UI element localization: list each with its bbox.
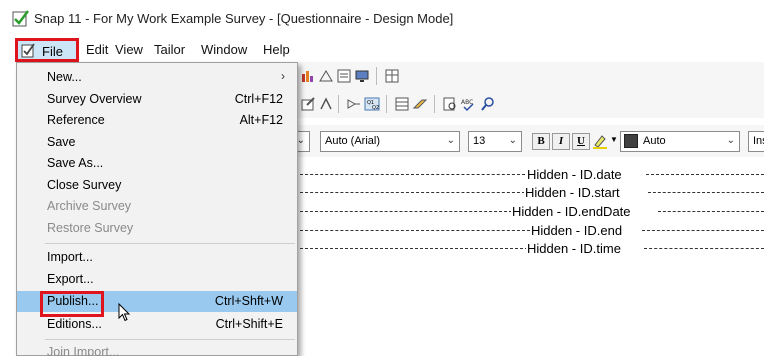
menu-tailor[interactable]: Tailor — [154, 42, 185, 57]
menu-help[interactable]: Help — [263, 42, 290, 57]
style-combo[interactable]: ⌄ — [297, 131, 310, 152]
menu-item-reference[interactable]: Reference Alt+F12 — [17, 110, 297, 131]
menu-item-archive-survey: Archive Survey — [47, 199, 132, 213]
properties-icon[interactable] — [300, 96, 316, 112]
menu-item-survey-overview[interactable]: Survey Overview Ctrl+F12 — [17, 89, 297, 110]
chevron-down-icon: ⌄ — [508, 135, 517, 146]
shortcut-label: Ctrl+Shift+E — [215, 317, 283, 331]
menu-file[interactable]: File — [15, 38, 79, 62]
shortcut-label: Alt+F12 — [239, 113, 283, 127]
menu-item-editions[interactable]: Editions... Ctrl+Shift+E — [17, 314, 297, 335]
chevron-right-icon: › — [281, 69, 285, 83]
text-color-combo[interactable]: Auto ⌄ — [620, 131, 740, 152]
menu-item-new[interactable]: New... › — [17, 67, 297, 88]
menu-item-restore-survey: Restore Survey — [47, 221, 134, 235]
publish-callout-box — [40, 291, 104, 317]
toolbar-separator — [338, 95, 339, 113]
chevron-down-icon: ⌄ — [726, 135, 735, 146]
questionnaire-editor[interactable]: Hidden - ID.date Hidden - ID.start Hidde… — [298, 160, 764, 356]
shortcut-label: Ctrl+Shft+W — [214, 294, 283, 308]
questionnaire-icon — [21, 43, 35, 58]
toolbar-separator — [434, 95, 435, 113]
bold-button[interactable]: B — [532, 133, 550, 150]
menu-file-label: File — [42, 44, 63, 59]
menu-item-close-survey[interactable]: Close Survey — [17, 175, 297, 196]
italic-button[interactable]: I — [552, 133, 570, 150]
menu-item-save[interactable]: Save — [17, 132, 297, 153]
shape-icon[interactable] — [318, 68, 334, 84]
chevron-down-icon: ⌄ — [446, 135, 455, 146]
insert-label: Ins — [753, 135, 764, 147]
shortcut-label: Ctrl+F12 — [234, 92, 283, 106]
color-swatch — [624, 134, 638, 148]
style-icon[interactable] — [412, 96, 428, 112]
window-title: Snap 11 - For My Work Example Survey - [… — [34, 11, 454, 26]
hidden-question-label: Hidden - ID.time — [526, 241, 622, 256]
find-icon[interactable] — [480, 96, 496, 112]
hidden-question-label: Hidden - ID.end — [530, 223, 624, 238]
grid-icon[interactable] — [394, 96, 410, 112]
screen-icon[interactable] — [354, 68, 370, 84]
menu-window[interactable]: Window — [201, 42, 247, 57]
standard-toolbar — [298, 62, 764, 90]
font-name-combo[interactable]: Auto (Arial) ⌄ — [320, 131, 460, 152]
hidden-question-row[interactable]: Hidden - ID.endDate — [298, 203, 764, 221]
toolbar-separator — [386, 95, 387, 113]
menu-separator — [45, 339, 295, 340]
routing-icon[interactable] — [318, 96, 334, 112]
font-size-combo[interactable]: 13 ⌄ — [468, 131, 522, 152]
question-order-icon[interactable]: Q1Q2 — [364, 96, 380, 112]
menu-separator — [45, 243, 295, 244]
font-name-value: Auto (Arial) — [325, 135, 381, 147]
form-icon[interactable] — [336, 68, 352, 84]
mouse-pointer-icon — [118, 303, 131, 322]
table-icon[interactable] — [384, 68, 400, 84]
menu-view[interactable]: View — [115, 42, 143, 57]
print-preview-icon[interactable] — [442, 96, 458, 112]
menu-item-save-as[interactable]: Save As... — [17, 153, 297, 174]
skip-icon[interactable] — [346, 96, 362, 112]
hidden-question-row[interactable]: Hidden - ID.start — [298, 184, 764, 202]
underline-button[interactable]: U — [572, 133, 590, 150]
svg-text:Q2: Q2 — [372, 105, 379, 111]
hidden-question-label: Hidden - ID.date — [526, 167, 623, 182]
menu-edit[interactable]: Edit — [86, 42, 108, 57]
chart-icon[interactable] — [300, 68, 316, 84]
dropdown-arrow-icon[interactable]: ▼ — [610, 135, 618, 144]
menu-item-export[interactable]: Export... — [17, 269, 297, 290]
hidden-question-label: Hidden - ID.endDate — [511, 204, 632, 219]
hidden-question-row[interactable]: Hidden - ID.time — [298, 240, 764, 258]
hidden-question-row[interactable]: Hidden - ID.end — [298, 222, 764, 240]
toolbar-separator — [376, 67, 377, 85]
snap-app-icon — [12, 10, 29, 27]
spell-check-icon[interactable]: ABC — [460, 96, 476, 112]
hidden-question-label: Hidden - ID.start — [524, 185, 621, 200]
format-toolbar: ⌄ Auto (Arial) ⌄ 13 ⌄ B I U ▼ Auto ⌄ Ins — [297, 125, 764, 157]
hidden-question-row[interactable]: Hidden - ID.date — [298, 166, 764, 184]
font-size-value: 13 — [473, 135, 486, 147]
menu-item-join-import: Join Import... — [47, 345, 120, 356]
insert-combo[interactable]: Ins — [748, 131, 764, 152]
text-color-value: Auto — [643, 135, 666, 147]
title-bar: Snap 11 - For My Work Example Survey - [… — [0, 0, 764, 36]
menu-bar: Edit View Tailor Window Help — [0, 36, 764, 62]
menu-item-import[interactable]: Import... — [17, 247, 297, 268]
highlight-color-icon[interactable] — [592, 133, 608, 149]
design-toolbar: Q1 Q2 ABC — [298, 90, 764, 118]
